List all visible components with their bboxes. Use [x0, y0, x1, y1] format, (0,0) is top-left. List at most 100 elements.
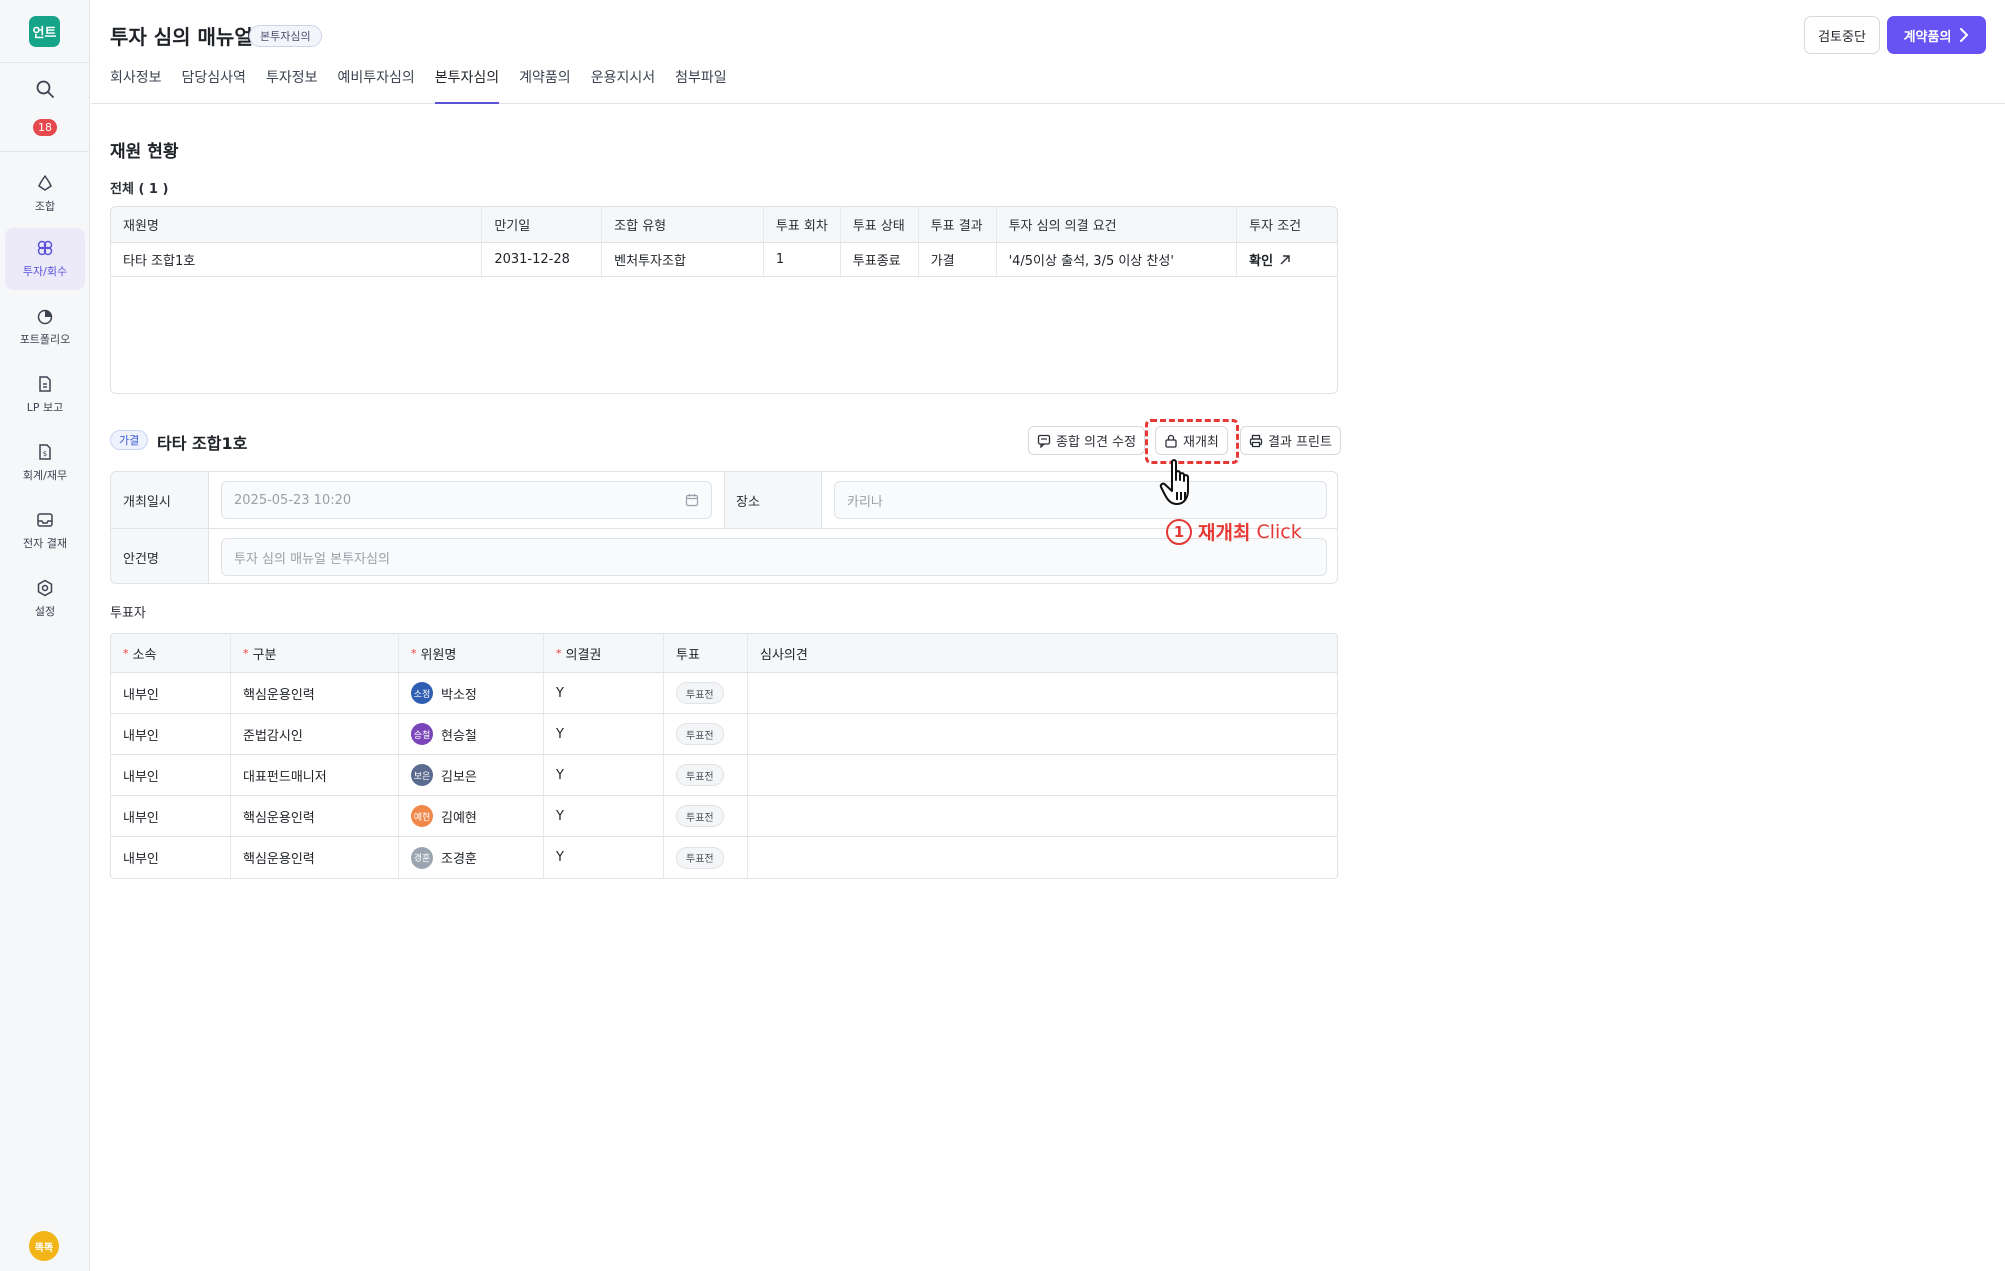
search-button[interactable] — [30, 74, 60, 104]
column-header[interactable]: * 의결권 — [544, 634, 664, 672]
column-header[interactable]: 심사의견 — [748, 634, 1337, 672]
edit-opinion-button[interactable]: 종합 의견 수정 — [1028, 426, 1146, 455]
column-header[interactable]: 재원명 — [111, 207, 483, 242]
tab-company-info[interactable]: 회사정보 — [110, 66, 162, 104]
user-avatar[interactable]: 똑똑 — [29, 1231, 59, 1261]
sidebar-divider — [0, 151, 90, 152]
voting-right-cell: Y — [544, 673, 664, 713]
column-header[interactable]: 투표 결과 — [919, 207, 997, 242]
tab-main-review[interactable]: 본투자심의 — [434, 66, 500, 104]
tab-attachments[interactable]: 첨부파일 — [675, 66, 727, 104]
step-number: 1 — [1166, 518, 1192, 545]
fund-type-cell: 벤처투자조합 — [602, 243, 764, 276]
member-name: 현승철 — [441, 728, 477, 744]
column-header[interactable]: 투자 조건 — [1237, 207, 1337, 242]
table-header: * 소속 * 구분 * 위원명 * 의결권 투표 심사의견 — [111, 634, 1337, 673]
column-header[interactable]: 조합 유형 — [602, 207, 764, 242]
tab-reviewer[interactable]: 담당심사역 — [182, 66, 246, 104]
review-opinion-cell[interactable] — [748, 755, 1337, 795]
annotation-action: 재개최 — [1198, 522, 1251, 544]
maturity-cell: 2031-12-28 — [482, 243, 603, 276]
category-cell: 준법감시인 — [231, 714, 399, 754]
vote-result-cell: 가결 — [919, 243, 997, 276]
click-annotation: 1 재개최 Click — [1166, 518, 1302, 545]
search-icon — [36, 80, 54, 98]
print-result-button[interactable]: 결과 프린트 — [1240, 426, 1341, 455]
tab-contract-approval[interactable]: 계약품의 — [519, 66, 571, 104]
avatar: 소정 — [411, 682, 433, 704]
column-header[interactable]: * 위원명 — [399, 634, 544, 672]
contract-approval-button[interactable]: 계약품의 — [1887, 16, 1986, 54]
column-header[interactable]: 투표 — [664, 634, 748, 672]
review-opinion-cell[interactable] — [748, 837, 1337, 878]
vote-cell: 투표전 — [664, 837, 748, 878]
investment-condition-cell: 확인 — [1237, 243, 1337, 276]
review-opinion-cell[interactable] — [748, 714, 1337, 754]
vote-round-cell: 1 — [764, 243, 841, 276]
affiliation-cell: 내부인 — [111, 714, 231, 754]
meeting-date-input[interactable]: 2025-05-23 10:20 — [221, 481, 712, 519]
column-header[interactable]: 투자 심의 의결 요건 — [997, 207, 1238, 242]
tab-operation-order[interactable]: 운용지시서 — [591, 66, 655, 104]
meeting-fund-name: 타타 조합1호 — [157, 434, 248, 453]
required-marker: * — [411, 646, 417, 660]
table-row[interactable]: 내부인 대표펀드매니저 보은 김보은 Y 투표전 — [111, 755, 1337, 796]
sidebar-item-portfolio[interactable]: 포트폴리오 — [5, 296, 85, 358]
stop-review-button[interactable]: 검토중단 — [1804, 16, 1880, 54]
sidebar-item-accounting[interactable]: $ 회계/재무 — [5, 432, 85, 494]
sidebar-item-fund[interactable]: 조합 — [5, 163, 85, 225]
place-input[interactable]: 카리나 — [834, 481, 1327, 519]
column-header-label: 위원명 — [420, 647, 457, 663]
column-header-label: 소속 — [132, 647, 157, 663]
tab-preliminary-review[interactable]: 예비투자심의 — [337, 66, 414, 104]
chevron-right-icon — [1960, 28, 1969, 42]
table-row[interactable]: 내부인 핵심운용인력 경훈 조경훈 Y 투표전 — [111, 837, 1337, 878]
sidebar-item-label: 설정 — [34, 605, 56, 618]
avatar: 경훈 — [411, 846, 433, 869]
inbox-icon — [37, 513, 53, 527]
category-cell: 핵심운용인력 — [231, 837, 399, 878]
voting-right-cell: Y — [544, 755, 664, 795]
column-header[interactable]: * 소속 — [111, 634, 231, 672]
table-row[interactable]: 내부인 핵심운용인력 소정 박소정 Y 투표전 — [111, 673, 1337, 714]
confirm-condition-link[interactable]: 확인 — [1249, 250, 1291, 269]
sidebar-item-label: LP 보고 — [26, 401, 64, 414]
sidebar-item-label: 전자 결재 — [23, 537, 67, 550]
sidebar-item-settings[interactable]: 설정 — [5, 568, 85, 630]
voters-section-label: 투표자 — [110, 606, 146, 621]
investment-icon — [37, 240, 53, 256]
form-divider — [821, 472, 822, 528]
affiliation-cell: 내부인 — [111, 755, 231, 795]
column-header[interactable]: * 구분 — [231, 634, 399, 672]
app-logo[interactable]: 언트 — [29, 16, 60, 47]
fund-table: 재원명 만기일 조합 유형 투표 회차 투표 상태 투표 결과 투자 심의 의결… — [110, 206, 1338, 394]
column-header[interactable]: 만기일 — [482, 207, 603, 242]
category-cell: 핵심운용인력 — [231, 796, 399, 836]
table-row[interactable]: 타타 조합1호 2031-12-28 벤처투자조합 1 투표종료 가결 '4/5… — [111, 243, 1337, 277]
agenda-input[interactable]: 투자 심의 매뉴얼 본투자심의 — [221, 538, 1327, 576]
vote-cell: 투표전 — [664, 755, 748, 795]
tab-investment-info[interactable]: 투자정보 — [266, 66, 318, 104]
review-opinion-cell[interactable] — [748, 796, 1337, 836]
member-cell: 소정 박소정 — [399, 673, 544, 713]
contract-approval-label: 계약품의 — [1903, 29, 1952, 45]
notification-badge[interactable]: 18 — [33, 119, 57, 136]
affiliation-cell: 내부인 — [111, 837, 231, 878]
table-row[interactable]: 내부인 준법감시인 승철 현승철 Y 투표전 — [111, 714, 1337, 755]
vote-result-badge: 가결 — [110, 430, 149, 450]
report-file-icon — [39, 376, 51, 392]
column-header[interactable]: 투표 상태 — [841, 207, 919, 242]
fund-count-label: 전체 ( 1 ) — [110, 182, 169, 197]
table-row[interactable]: 내부인 핵심운용인력 예현 김예현 Y 투표전 — [111, 796, 1337, 837]
sidebar-item-approval[interactable]: 전자 결재 — [5, 500, 85, 562]
review-opinion-cell[interactable] — [748, 673, 1337, 713]
annotation-suffix: Click — [1256, 520, 1302, 543]
requirement-cell: '4/5이상 출석, 3/5 이상 찬성' — [997, 243, 1238, 276]
sidebar-item-investment[interactable]: 투자/회수 — [5, 228, 85, 290]
member-name: 조경훈 — [441, 852, 477, 867]
member-cell: 보은 김보은 — [399, 755, 544, 795]
sidebar-item-lp-report[interactable]: LP 보고 — [5, 364, 85, 426]
vote-cell: 투표전 — [664, 673, 748, 713]
column-header[interactable]: 투표 회차 — [764, 207, 841, 242]
place-placeholder: 카리나 — [847, 494, 883, 510]
